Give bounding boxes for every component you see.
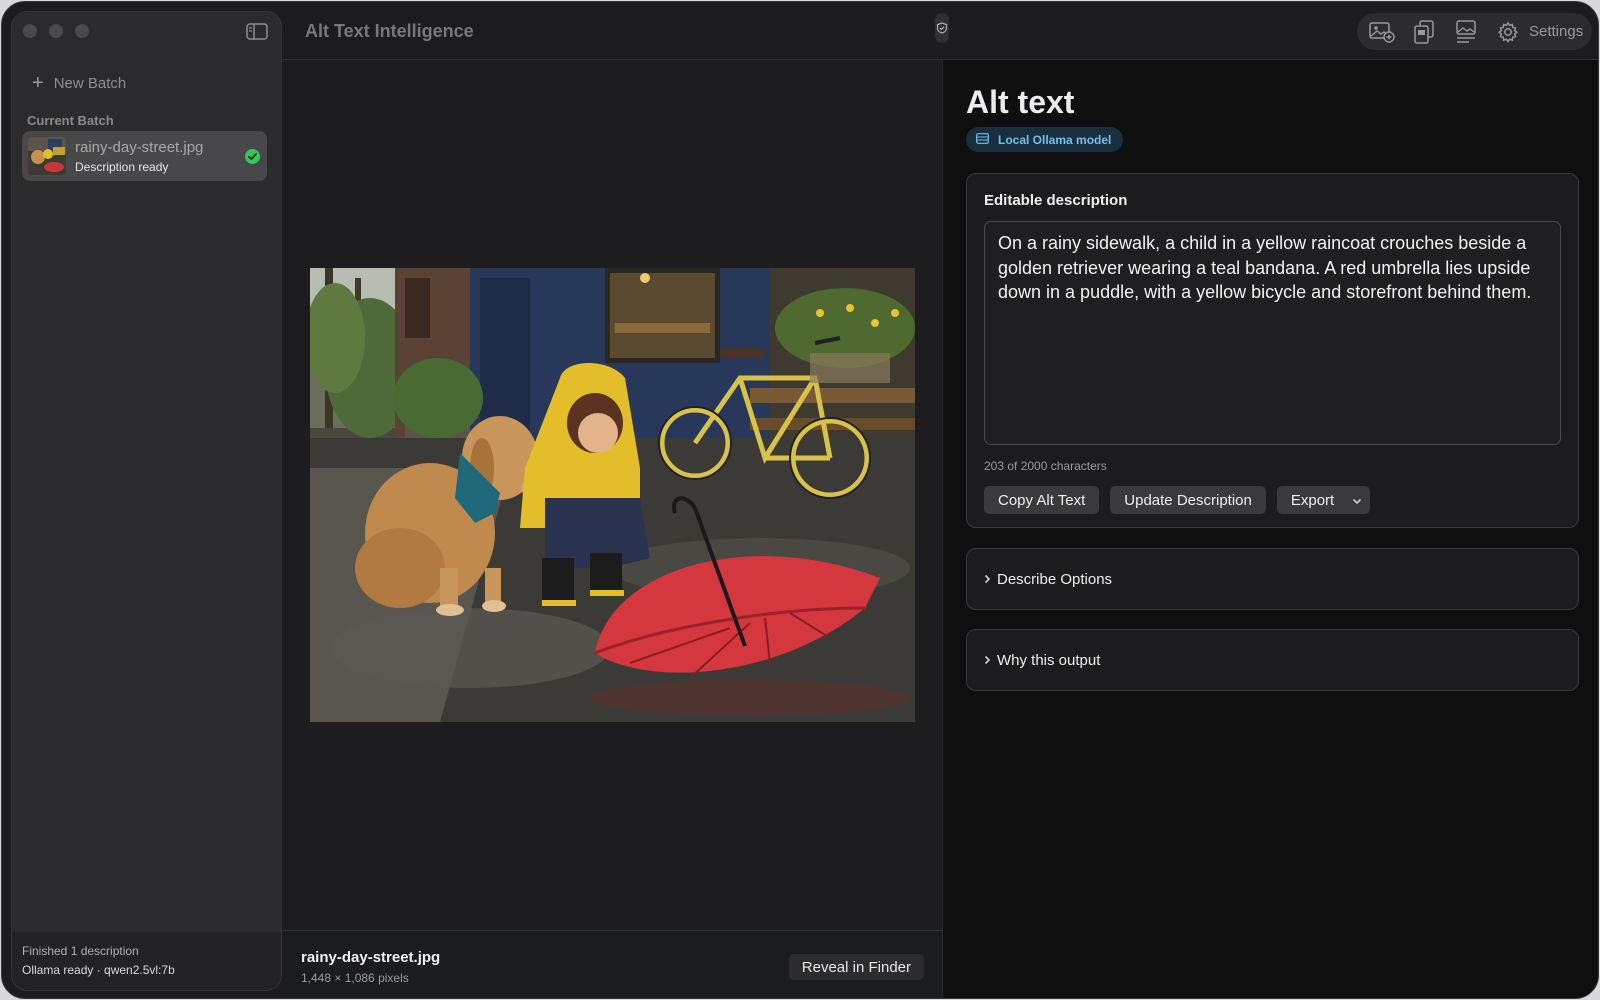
preview-footer: rainy-day-street.jpg 1,448 × 1,086 pixel… bbox=[283, 930, 942, 998]
close-window-button[interactable] bbox=[23, 24, 37, 38]
toolbar-actions: Settings bbox=[1357, 13, 1592, 50]
settings-label: Settings bbox=[1529, 23, 1584, 40]
panel-title: Alt text bbox=[966, 84, 1075, 120]
character-count: 203 of 2000 characters bbox=[984, 459, 1107, 473]
copy-alt-text-button[interactable]: Copy Alt Text bbox=[984, 486, 1100, 514]
batch-item-status: Description ready bbox=[75, 159, 169, 174]
plus-icon: + bbox=[32, 72, 44, 94]
image-caption-icon[interactable] bbox=[1453, 19, 1479, 44]
shield-icon bbox=[935, 13, 949, 43]
copy-document-icon[interactable] bbox=[1411, 19, 1437, 44]
alt-text-panel: Alt text Local Ollama model Editable des… bbox=[942, 59, 1598, 998]
model-badge: Local Ollama model bbox=[966, 127, 1124, 152]
description-editor-card: Editable description On a rainy sidewalk… bbox=[966, 173, 1579, 528]
reveal-in-finder-button[interactable]: Reveal in Finder bbox=[788, 954, 924, 980]
editor-actions: Copy Alt Text Update Description Export bbox=[984, 486, 1371, 514]
batch-item-filename: rainy-day-street.jpg bbox=[75, 138, 204, 156]
describe-options-label: Describe Options bbox=[997, 570, 1113, 588]
chevron-right-icon bbox=[984, 652, 991, 668]
minimize-window-button[interactable] bbox=[49, 24, 63, 38]
chevron-right-icon bbox=[984, 571, 991, 587]
app-window: + New Batch Current Batch rainy-day-stre… bbox=[1, 1, 1599, 999]
why-this-output-label: Why this output bbox=[997, 651, 1101, 669]
editor-title: Editable description bbox=[984, 192, 1128, 209]
sidebar: + New Batch Current Batch rainy-day-stre… bbox=[11, 11, 282, 991]
describe-options-disclosure[interactable]: Describe Options bbox=[966, 548, 1579, 610]
export-label: Export bbox=[1290, 491, 1335, 509]
server-icon bbox=[976, 132, 989, 147]
window-controls bbox=[23, 24, 89, 38]
new-batch-label: New Batch bbox=[53, 74, 127, 92]
add-image-icon[interactable] bbox=[1369, 20, 1395, 44]
new-batch-button[interactable]: + New Batch bbox=[26, 69, 132, 97]
image-thumbnail bbox=[28, 137, 66, 175]
settings-button[interactable]: Settings bbox=[1495, 20, 1583, 44]
export-menu-button[interactable]: Export bbox=[1276, 486, 1371, 514]
model-status-text: Ollama ready · qwen2.5vl:7b bbox=[22, 963, 175, 977]
why-this-output-disclosure[interactable]: Why this output bbox=[966, 629, 1579, 691]
batch-status-text: Finished 1 description bbox=[22, 944, 139, 958]
app-title: Alt Text Intelligence bbox=[305, 21, 474, 41]
image-preview-pane: rainy-day-street.jpg 1,448 × 1,086 pixel… bbox=[283, 59, 942, 998]
model-badge-label: Local Ollama model bbox=[998, 132, 1112, 147]
chevron-down-icon bbox=[1352, 492, 1362, 509]
gear-icon bbox=[1495, 20, 1521, 44]
batch-list-item[interactable]: rainy-day-street.jpg Description ready bbox=[22, 131, 267, 181]
sidebar-status-footer: Finished 1 description Ollama ready · qw… bbox=[12, 932, 281, 990]
current-batch-heading: Current Batch bbox=[27, 113, 114, 128]
preview-image bbox=[310, 268, 915, 722]
sidebar-toggle-icon[interactable] bbox=[246, 23, 268, 40]
zoom-window-button[interactable] bbox=[75, 24, 89, 38]
update-description-button[interactable]: Update Description bbox=[1110, 486, 1266, 514]
checkmark-icon bbox=[245, 148, 260, 164]
description-textarea[interactable]: On a rainy sidewalk, a child in a yellow… bbox=[984, 221, 1561, 445]
